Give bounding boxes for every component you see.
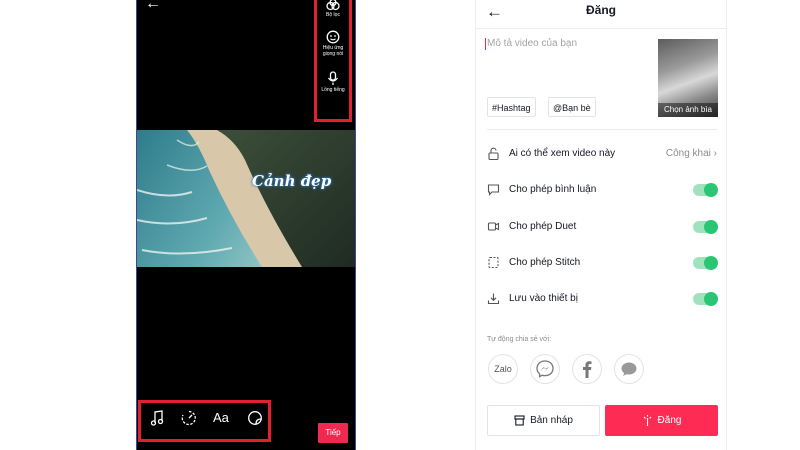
voiceover-tool[interactable]: Lồng tiếng	[317, 71, 349, 93]
auto-share-label: Tự động chia sẻ với:	[487, 336, 552, 343]
allow-duet-toggle[interactable]	[693, 220, 718, 234]
chevron-right-icon: ›	[713, 148, 717, 159]
privacy-label: Ai có thể xem video này	[509, 148, 616, 159]
stitch-icon	[488, 256, 499, 269]
sticker-icon[interactable]	[247, 410, 263, 426]
microphone-icon	[328, 71, 338, 85]
cover-thumbnail[interactable]: Chọn ảnh bìa	[658, 39, 718, 117]
allow-stitch-row: Cho phép Stitch	[487, 253, 718, 273]
message-icon	[621, 362, 637, 376]
draft-icon	[514, 415, 525, 426]
tag-friends-button[interactable]: @Bạn bè	[548, 97, 596, 117]
filter-icon	[326, 0, 340, 11]
post-label: Đăng	[657, 415, 682, 426]
share-message-button[interactable]	[614, 354, 644, 384]
save-to-device-label: Lưu vào thiết bị	[509, 293, 578, 304]
bottom-toolbar: Aa	[138, 400, 271, 442]
music-icon[interactable]	[150, 410, 164, 426]
divider	[487, 129, 717, 130]
save-to-device-toggle[interactable]	[693, 292, 718, 306]
voice-effect-tool[interactable]: Hiệu ứng giọng nói	[317, 30, 349, 57]
allow-duet-row: Cho phép Duet	[487, 217, 718, 237]
draft-button[interactable]: Bản nháp	[487, 405, 600, 436]
messenger-icon	[536, 360, 554, 378]
zalo-icon: Zalo	[494, 364, 512, 374]
lock-icon	[488, 147, 499, 160]
page-title: Đăng	[586, 3, 616, 17]
allow-duet-label: Cho phép Duet	[509, 221, 577, 232]
beach-video-frame	[137, 130, 355, 267]
description-input[interactable]: Mô tả video của bạn	[484, 38, 577, 50]
allow-comments-row: Cho phép bình luận	[487, 180, 718, 200]
post-screen: ← Đăng Mô tả video của bạn Chọn ảnh bìa …	[475, 0, 727, 450]
filter-tool[interactable]: Bộ lọc	[317, 0, 349, 18]
filter-tool-label: Bộ lọc	[326, 12, 340, 18]
select-cover-label: Chọn ảnh bìa	[658, 103, 718, 117]
speed-icon[interactable]	[181, 410, 197, 426]
back-arrow-icon[interactable]: ←	[145, 0, 161, 12]
draft-label: Bản nháp	[530, 415, 573, 426]
share-facebook-button[interactable]	[572, 354, 602, 384]
video-editor: ← Bộ lọc Hiệu ứng giọng nói Lồng tiếng C…	[136, 0, 356, 450]
voice-effect-label: Hiệu ứng giọng nói	[322, 45, 344, 57]
save-to-device-row: Lưu vào thiết bị	[487, 289, 718, 309]
comment-icon	[487, 184, 500, 196]
facebook-icon	[583, 361, 592, 378]
video-caption-text[interactable]: Cảnh đẹp	[252, 172, 331, 190]
allow-stitch-toggle[interactable]	[693, 256, 718, 270]
sparkle-icon	[643, 414, 651, 426]
share-zalo-button[interactable]: Zalo	[488, 354, 518, 384]
hashtag-button[interactable]: #Hashtag	[487, 97, 536, 117]
voice-effect-icon	[326, 30, 340, 44]
post-button[interactable]: Đăng	[605, 405, 718, 436]
post-header: ← Đăng	[476, 0, 726, 29]
privacy-row[interactable]: Ai có thể xem video này Công khai ›	[487, 144, 717, 164]
privacy-value: Công khai ›	[665, 148, 717, 159]
share-messenger-button[interactable]	[530, 354, 560, 384]
voiceover-label: Lồng tiếng	[321, 87, 345, 93]
duet-icon	[487, 222, 500, 231]
allow-comments-toggle[interactable]	[693, 183, 718, 197]
text-tool-button[interactable]: Aa	[213, 410, 229, 425]
download-icon	[487, 293, 500, 305]
video-preview[interactable]	[137, 130, 355, 267]
allow-stitch-label: Cho phép Stitch	[509, 257, 581, 268]
side-toolbar: Bộ lọc Hiệu ứng giọng nói Lồng tiếng	[314, 0, 352, 122]
next-button[interactable]: Tiếp	[318, 423, 348, 443]
allow-comments-label: Cho phép bình luận	[509, 184, 597, 195]
